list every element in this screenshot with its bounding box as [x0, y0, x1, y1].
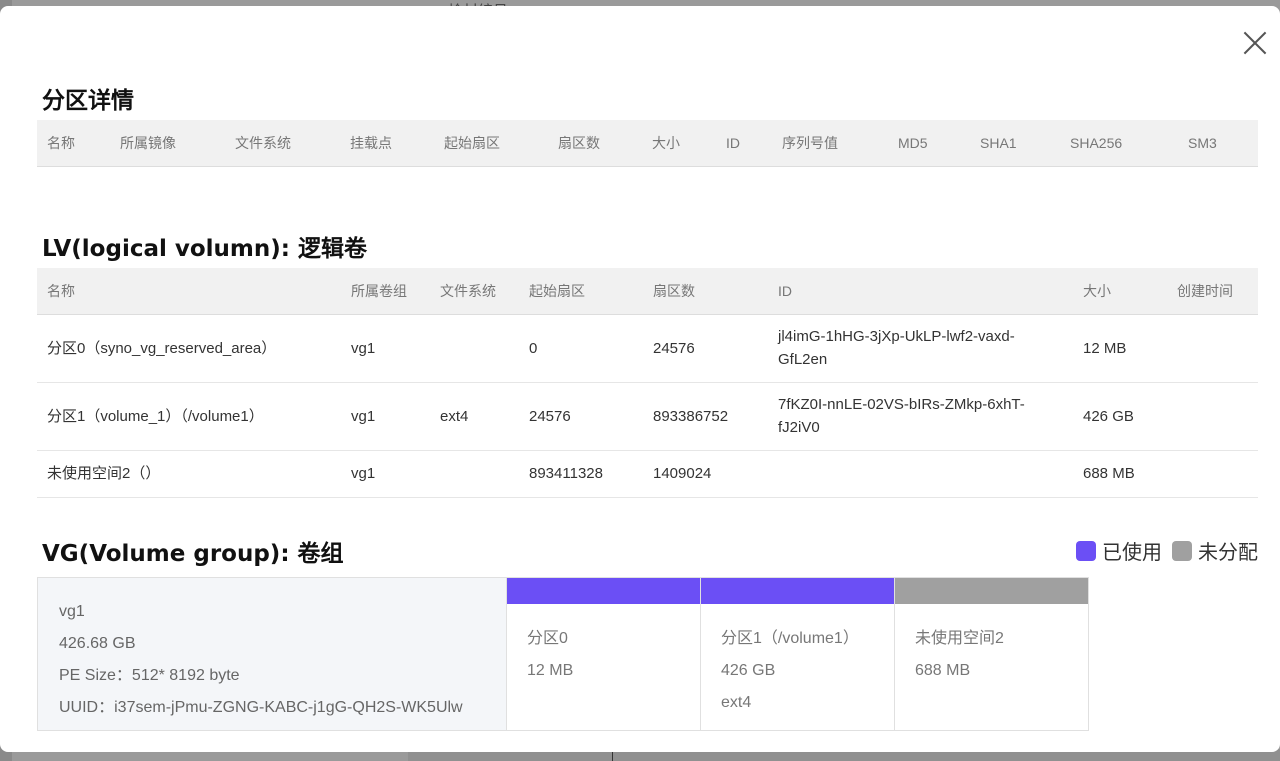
partition-name: 分区0 — [527, 630, 568, 647]
partition-size: 688 MB — [915, 662, 971, 679]
vg-uuid: UUID：i37sem-jPmu-ZGNG-KABC-j1gG-QH2S-WK5… — [59, 699, 463, 716]
usage-bar — [507, 578, 700, 604]
lv-id-cell: 7fKZ0I-nnLE-02VS-bIRs-ZMkp-6xhT-fJ2iV0 — [768, 382, 1073, 451]
column-header[interactable]: 序列号值 — [772, 120, 888, 167]
lv-count-cell: 24576 — [643, 314, 768, 383]
lv-size-cell: 426 GB — [1073, 382, 1167, 451]
lv-start-cell: 24576 — [519, 382, 643, 451]
column-header[interactable]: 起始扇区 — [519, 268, 643, 315]
lv-size-cell: 688 MB — [1073, 450, 1167, 498]
legend-label: 已使用 — [1102, 542, 1162, 564]
partition-details-header-row: 名称 所属镜像 文件系统 挂载点 起始扇区 扇区数 大小 ID 序列号值 MD5… — [37, 120, 1258, 167]
table-row[interactable]: 分区1（volume_1）（/volume1） vg1 ext4 24576 8… — [37, 382, 1258, 451]
lv-created-cell — [1167, 314, 1258, 383]
lv-name-cell: 分区1（volume_1）（/volume1） — [37, 382, 341, 451]
lv-name-cell: 未使用空间2（） — [37, 450, 341, 498]
unallocated-bar — [895, 578, 1088, 604]
column-header[interactable]: 所属卷组 — [341, 268, 430, 315]
lv-count-cell: 1409024 — [643, 450, 768, 498]
column-header[interactable]: 文件系统 — [225, 120, 340, 167]
close-icon[interactable] — [1242, 30, 1268, 56]
vg-partition-card[interactable]: 分区1（/volume1） 426 GB ext4 — [701, 577, 895, 731]
used-swatch-icon — [1076, 540, 1096, 561]
partition-size: 426 GB — [721, 662, 776, 679]
column-header[interactable]: 所属镜像 — [110, 120, 225, 167]
partition-details-table: 名称 所属镜像 文件系统 挂载点 起始扇区 扇区数 大小 ID 序列号值 MD5… — [37, 120, 1258, 167]
column-header[interactable]: 大小 — [1073, 268, 1167, 315]
lv-vg-cell: vg1 — [341, 382, 430, 451]
table-row[interactable]: 未使用空间2（） vg1 893411328 1409024 688 MB — [37, 450, 1258, 498]
column-header[interactable]: SM3 — [1178, 120, 1258, 167]
column-header[interactable]: 创建时间 — [1167, 268, 1258, 315]
lv-created-cell — [1167, 450, 1258, 498]
column-header[interactable]: 挂载点 — [340, 120, 434, 167]
lv-size-cell: 12 MB — [1073, 314, 1167, 383]
partition-fs: ext4 — [721, 694, 752, 711]
vg-pe-size: PE Size：512* 8192 byte — [59, 667, 240, 684]
unallocated-swatch-icon — [1172, 540, 1192, 561]
vg-size: 426.68 GB — [59, 635, 136, 652]
column-header[interactable]: 扇区数 — [643, 268, 768, 315]
lv-vg-cell: vg1 — [341, 314, 430, 383]
column-header[interactable]: ID — [716, 120, 772, 167]
column-header[interactable]: 扇区数 — [548, 120, 642, 167]
vg-summary-card: vg1 426.68 GB PE Size：512* 8192 byte UUI… — [37, 577, 507, 731]
column-header[interactable]: 名称 — [37, 268, 341, 315]
partition-detail-modal: 分区详情 名称 所属镜像 文件系统 挂载点 起始扇区 扇区数 大小 ID 序列号… — [0, 6, 1280, 752]
vg-name: vg1 — [59, 603, 85, 620]
lv-header-row: 名称 所属卷组 文件系统 起始扇区 扇区数 ID 大小 创建时间 — [37, 268, 1258, 315]
vg-partition-card[interactable]: 未使用空间2 688 MB — [895, 577, 1089, 731]
legend-item-unallocated: 未分配 — [1172, 536, 1258, 565]
partition-name: 未使用空间2 — [915, 630, 1004, 647]
lv-count-cell: 893386752 — [643, 382, 768, 451]
lv-table: 名称 所属卷组 文件系统 起始扇区 扇区数 ID 大小 创建时间 分区0（syn… — [37, 268, 1258, 498]
partition-size: 12 MB — [527, 662, 574, 679]
legend-item-used: 已使用 — [1076, 536, 1162, 565]
vg-legend: 已使用 未分配 — [1072, 536, 1258, 565]
column-header[interactable]: ID — [768, 268, 1073, 315]
usage-bar — [701, 578, 894, 604]
column-header[interactable]: 文件系统 — [430, 268, 519, 315]
legend-label: 未分配 — [1198, 542, 1258, 564]
column-header[interactable]: MD5 — [888, 120, 970, 167]
lv-name-cell: 分区0（syno_vg_reserved_area） — [37, 314, 341, 383]
partition-name: 分区1（/volume1） — [721, 630, 859, 647]
vg-title: VG(Volume group): 卷组 — [42, 541, 344, 567]
partition-details-title: 分区详情 — [42, 88, 134, 114]
lv-created-cell — [1167, 382, 1258, 451]
column-header[interactable]: 大小 — [642, 120, 716, 167]
lv-fs-cell: ext4 — [430, 382, 519, 451]
lv-start-cell: 0 — [519, 314, 643, 383]
lv-start-cell: 893411328 — [519, 450, 643, 498]
lv-id-cell — [768, 450, 1073, 498]
lv-fs-cell — [430, 450, 519, 498]
column-header[interactable]: 起始扇区 — [434, 120, 548, 167]
lv-fs-cell — [430, 314, 519, 383]
column-header[interactable]: SHA1 — [970, 120, 1060, 167]
lv-id-cell: jl4imG-1hHG-3jXp-UkLP-lwf2-vaxd-GfL2en — [768, 314, 1073, 383]
lv-title: LV(logical volumn): 逻辑卷 — [42, 236, 367, 262]
lv-vg-cell: vg1 — [341, 450, 430, 498]
column-header[interactable]: SHA256 — [1060, 120, 1178, 167]
column-header[interactable]: 名称 — [37, 120, 110, 167]
vg-partition-card[interactable]: 分区0 12 MB — [507, 577, 701, 731]
table-row[interactable]: 分区0（syno_vg_reserved_area） vg1 0 24576 j… — [37, 314, 1258, 383]
